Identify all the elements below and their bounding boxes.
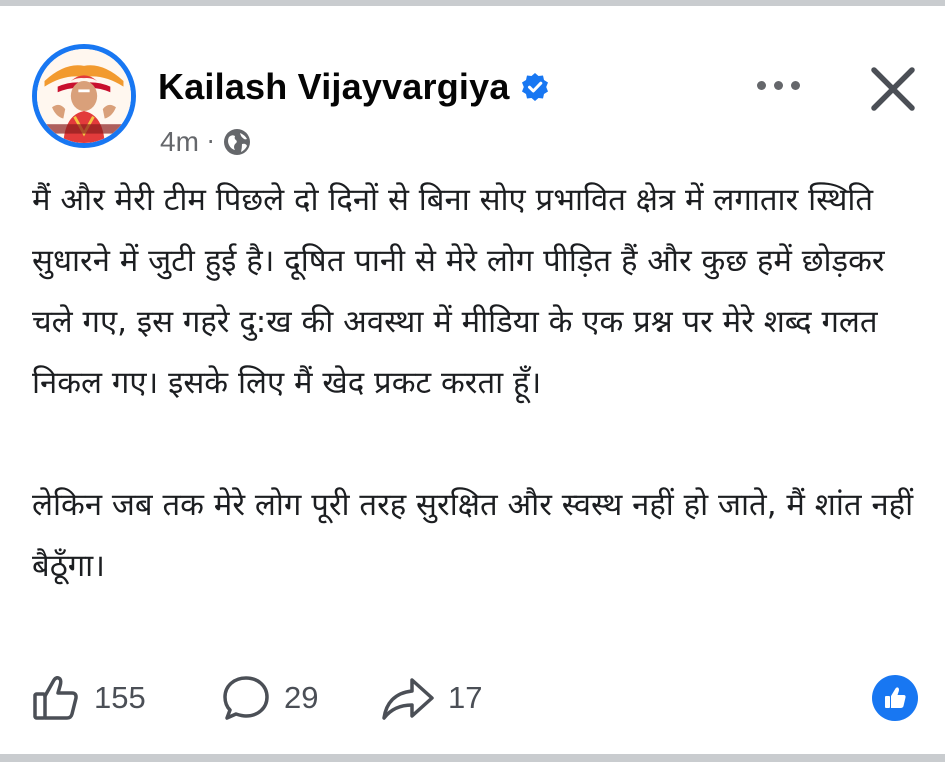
verified-badge-icon bbox=[520, 72, 550, 102]
share-button[interactable]: 17 bbox=[380, 670, 482, 726]
meta-separator: · bbox=[206, 128, 215, 156]
like-reaction-icon[interactable] bbox=[872, 675, 918, 721]
top-divider bbox=[0, 0, 945, 6]
more-icon[interactable] bbox=[748, 70, 808, 100]
post-actions: 155 29 17 bbox=[30, 670, 920, 726]
like-count: 155 bbox=[94, 680, 146, 715]
globe-icon[interactable] bbox=[223, 128, 251, 156]
post-body: मैं और मेरी टीम पिछले दो दिनों से बिना स… bbox=[32, 170, 922, 597]
bottom-divider bbox=[0, 754, 945, 762]
like-button[interactable]: 155 bbox=[30, 670, 146, 726]
author-row: Kailash Vijayvargiya bbox=[158, 66, 550, 108]
avatar-image bbox=[37, 49, 131, 143]
more-dot bbox=[773, 80, 783, 90]
thumbs-up-icon bbox=[33, 675, 78, 720]
share-icon bbox=[382, 678, 434, 720]
share-count: 17 bbox=[448, 680, 483, 715]
avatar[interactable] bbox=[32, 44, 136, 148]
more-dot bbox=[790, 80, 800, 90]
author-name[interactable]: Kailash Vijayvargiya bbox=[158, 66, 510, 108]
post-paragraph: मैं और मेरी टीम पिछले दो दिनों से बिना स… bbox=[32, 182, 885, 401]
close-icon[interactable] bbox=[866, 62, 920, 116]
post-paragraph: लेकिन जब तक मेरे लोग पूरी तरह सुरक्षित औ… bbox=[32, 487, 914, 584]
comment-count: 29 bbox=[284, 680, 319, 715]
comment-icon bbox=[223, 676, 269, 720]
more-dot bbox=[756, 80, 766, 90]
post-header: Kailash Vijayvargiya 4m · bbox=[0, 22, 945, 157]
comment-button[interactable]: 29 bbox=[220, 670, 318, 726]
post-timestamp[interactable]: 4m bbox=[160, 126, 199, 158]
post-meta: 4m · bbox=[160, 126, 251, 158]
